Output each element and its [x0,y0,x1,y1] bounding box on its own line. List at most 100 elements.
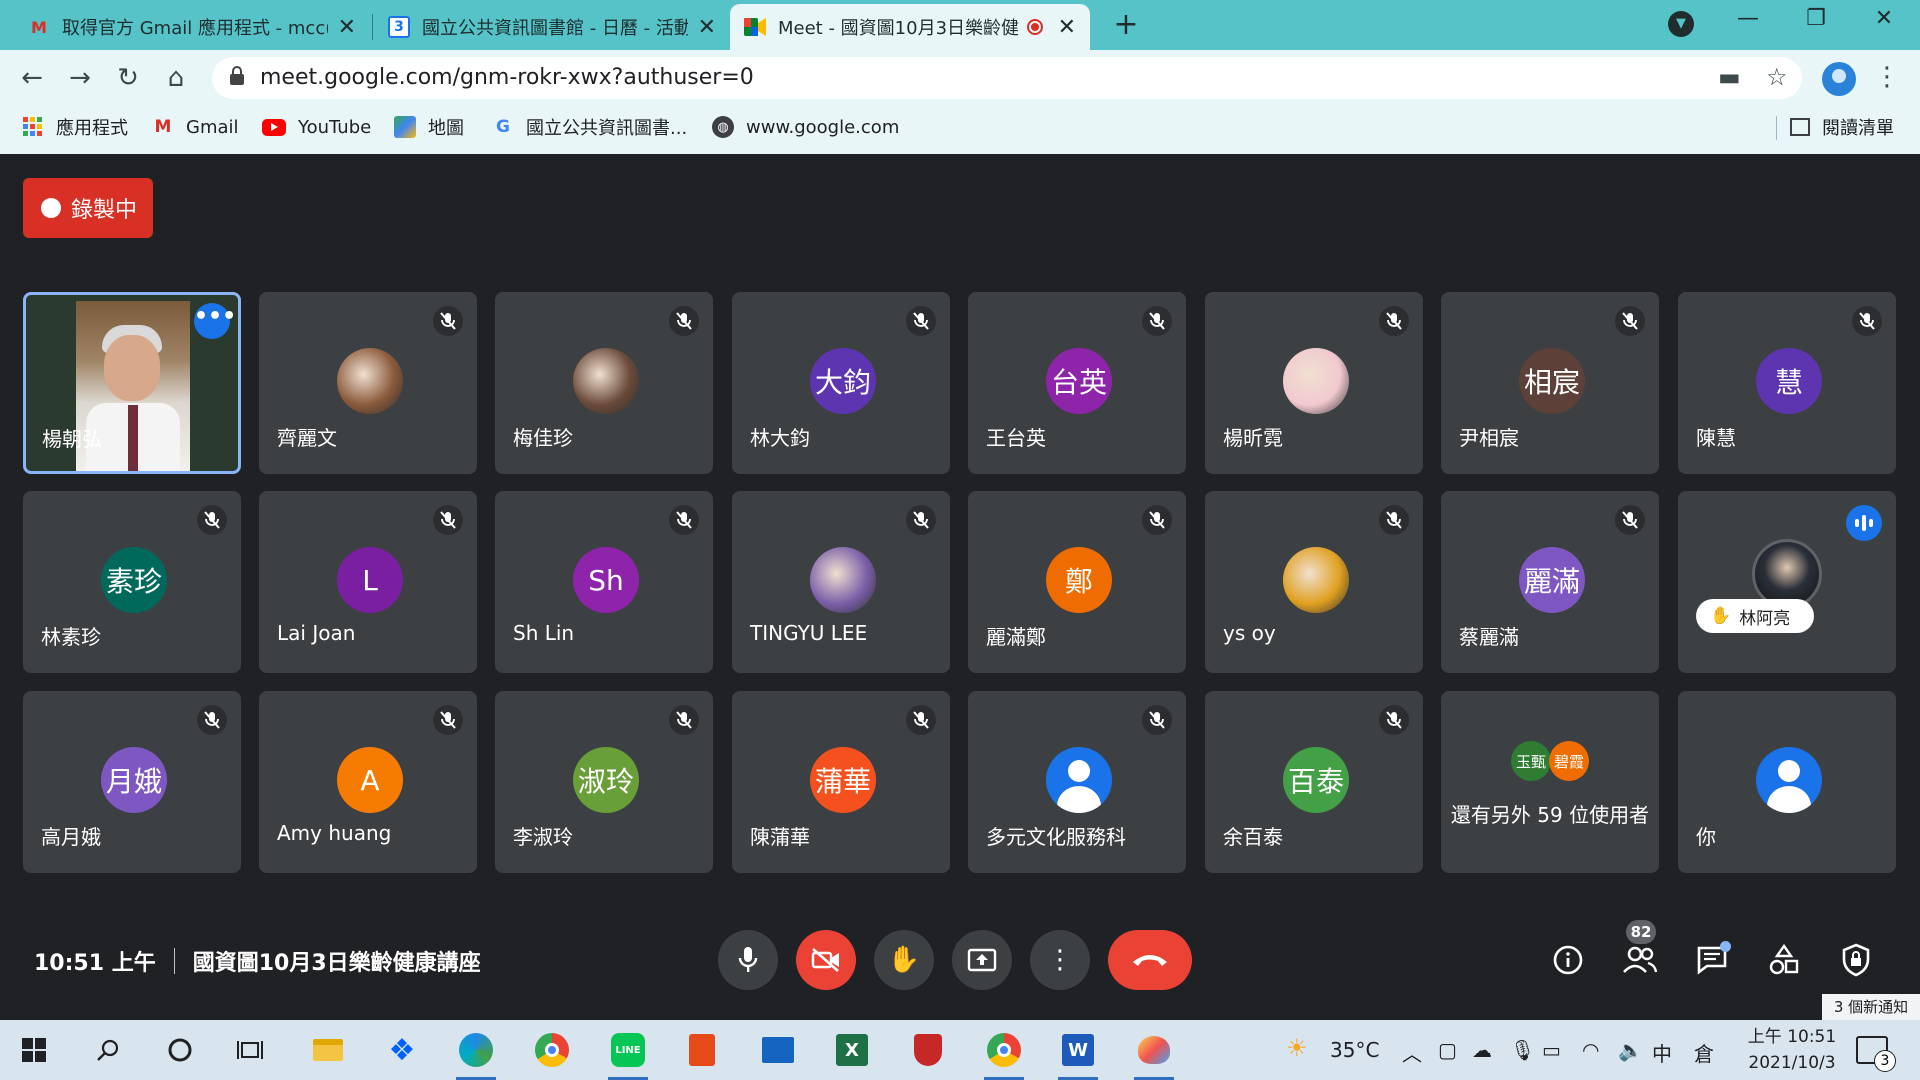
forward-icon[interactable]: → [62,60,98,96]
cortana-icon[interactable] [160,1030,200,1070]
chrome-icon[interactable] [532,1030,572,1070]
antivirus-shield-icon[interactable] [908,1030,948,1070]
participant-tile[interactable]: L Lai Joan [259,491,477,673]
camera-icon[interactable]: ▬ [1718,63,1741,91]
lock-icon[interactable] [230,66,244,85]
participant-tile[interactable]: ••• 楊朝弘 [23,292,241,474]
participant-tile[interactable]: 楊昕霓 [1205,292,1423,474]
address-bar[interactable]: meet.google.com/gnm-rokr-xwx?authuser=0 … [212,57,1802,99]
participant-tile[interactable]: 蒲華 陳蒲華 [732,691,950,873]
participant-tile[interactable]: 多元文化服務科 [968,691,1186,873]
participant-tile[interactable]: 鄭麗滿鄭 [968,491,1186,673]
ime-indicator[interactable]: 中 [1652,1038,1672,1067]
present-button[interactable] [952,930,1012,990]
reload-icon[interactable]: ↻ [110,60,146,96]
windows-taskbar: ❖ LINE X W ☀ 35°C ︿ ▢ ☁ 🎙 ▭ ◠ 🔈 中 倉 上午 1… [0,1020,1920,1080]
chrome-active-icon[interactable] [984,1030,1024,1080]
participant-tile[interactable]: 大鈞 林大鈞 [732,292,950,474]
weather-temp[interactable]: 35°C [1330,1038,1379,1062]
tray-chevron-icon[interactable]: ︿ [1402,1038,1422,1067]
bookmark-apps[interactable]: 應用程式 [22,112,128,142]
participant-tile[interactable]: ✋ 林阿亮 [1678,491,1896,673]
meet-now-icon[interactable]: ▢ [1438,1038,1457,1062]
raised-hand-icon: ✋ [1710,606,1732,626]
notification-toast[interactable]: 3 個新通知 [1822,994,1920,1020]
bookmark-gmail[interactable]: M Gmail [152,112,239,142]
participant-tile[interactable]: 齊麗文 [259,292,477,474]
reading-list[interactable]: 閱讀清單 [1790,112,1894,142]
task-view-icon[interactable] [230,1030,270,1070]
excel-icon[interactable]: X [832,1030,872,1070]
browser-menu-icon[interactable]: ⋮ [1874,62,1900,92]
taskbar-clock[interactable]: 上午 10:51 2021/10/3 [1742,1024,1842,1076]
participant-tile[interactable]: 麗滿 蔡麗滿 [1441,491,1659,673]
participant-tile[interactable]: 台英 王台英 [968,292,1186,474]
bookmark-youtube[interactable]: YouTube [262,112,371,142]
participant-tile[interactable]: 素珍 林素珍 [23,491,241,673]
participant-tile[interactable]: 相宸 尹相宸 [1441,292,1659,474]
close-tab-icon[interactable]: ✕ [1048,15,1076,40]
host-controls-button[interactable] [1834,938,1878,982]
edge-icon[interactable] [456,1030,496,1080]
file-explorer-icon[interactable] [308,1030,348,1070]
bookmark-google[interactable]: ◍ www.google.com [712,112,899,142]
participants-button[interactable] [1618,938,1662,982]
windows-start-icon[interactable] [14,1030,54,1070]
tab-calendar[interactable]: 3 國立公共資訊圖書館 - 日曆 - 活動 ✕ [374,4,730,50]
dropbox-icon[interactable]: ❖ [382,1030,422,1070]
participant-tile[interactable]: 慧陳慧 [1678,292,1896,474]
participant-tile[interactable]: A Amy huang [259,691,477,873]
raise-hand-button[interactable]: ✋ [874,930,934,990]
tile-more-options-icon[interactable]: ••• [194,303,236,339]
bookmark-star-icon[interactable]: ☆ [1766,63,1788,91]
bookmark-library[interactable]: G 國立公共資訊圖書... [492,112,687,142]
leave-call-button[interactable] [1108,930,1192,990]
tab-meet[interactable]: Meet - 國資圖10月3日樂齡健 ✕ [730,4,1090,50]
action-center-button[interactable]: 3 [1856,1036,1896,1072]
participant-tile[interactable]: 百泰 余百泰 [1205,691,1423,873]
restore-icon[interactable]: ❐ [1796,6,1836,31]
weather-icon[interactable]: ☀ [1286,1034,1308,1062]
wifi-icon[interactable]: ◠ [1582,1038,1599,1062]
participant-tile[interactable]: 月娥 高月娥 [23,691,241,873]
tab-search-icon[interactable]: ▼ [1668,11,1694,37]
home-icon[interactable]: ⌂ [158,60,194,96]
volume-icon[interactable]: 🔈 [1618,1038,1643,1062]
microphone-tray-icon[interactable]: 🎙 [1510,1038,1535,1062]
participant-tile[interactable]: ys oy [1205,491,1423,673]
word-icon[interactable]: W [1058,1030,1098,1080]
meeting-info-button[interactable] [1546,938,1590,982]
new-tab-button[interactable]: + [1108,8,1144,44]
participant-tile[interactable]: 梅佳珍 [495,292,713,474]
onedrive-icon[interactable]: ☁ [1472,1038,1492,1062]
mic-off-icon [669,505,699,535]
participant-tile[interactable]: 淑玲 李淑玲 [495,691,713,873]
line-app-icon[interactable]: LINE [608,1030,648,1080]
paint-icon[interactable] [1134,1030,1174,1080]
close-tab-icon[interactable]: ✕ [328,15,356,40]
camera-off-button[interactable] [796,930,856,990]
meet-stage: 錄製中 ••• 楊朝弘 齊麗文 梅佳珍 大鈞 林大鈞 台英 王台英 楊昕霓 相宸 尹相宸慧陳慧素珍林… [0,154,1920,1020]
close-window-icon[interactable]: ✕ [1864,6,1904,31]
shield-lock-icon [1842,943,1870,977]
minimize-icon[interactable]: — [1728,6,1768,31]
more-participants-tile[interactable]: 玉甄 碧霞 還有另外 59 位使用者 [1441,691,1659,873]
participant-tile[interactable]: 你 [1678,691,1896,873]
back-icon[interactable]: ← [14,60,50,96]
activities-button[interactable] [1762,938,1806,982]
recording-badge[interactable]: 錄製中 [23,178,153,238]
microphone-button[interactable] [718,930,778,990]
bookmark-maps[interactable]: 地圖 [394,112,464,142]
more-options-button[interactable]: ⋮ [1030,930,1090,990]
ime-mode-indicator[interactable]: 倉 [1694,1038,1714,1067]
close-tab-icon[interactable]: ✕ [688,15,716,40]
battery-icon[interactable]: ▭ [1542,1038,1561,1062]
participant-tile[interactable]: Sh Sh Lin [495,491,713,673]
tab-gmail[interactable]: M 取得官方 Gmail 應用程式 - mcc( ✕ [14,4,370,50]
remote-desktop-icon[interactable] [758,1030,798,1070]
speaking-indicator-icon [1846,505,1882,541]
profile-avatar[interactable] [1822,62,1856,96]
office-icon[interactable] [682,1030,722,1070]
participant-tile[interactable]: TINGYU LEE [732,491,950,673]
search-icon[interactable] [88,1030,128,1070]
